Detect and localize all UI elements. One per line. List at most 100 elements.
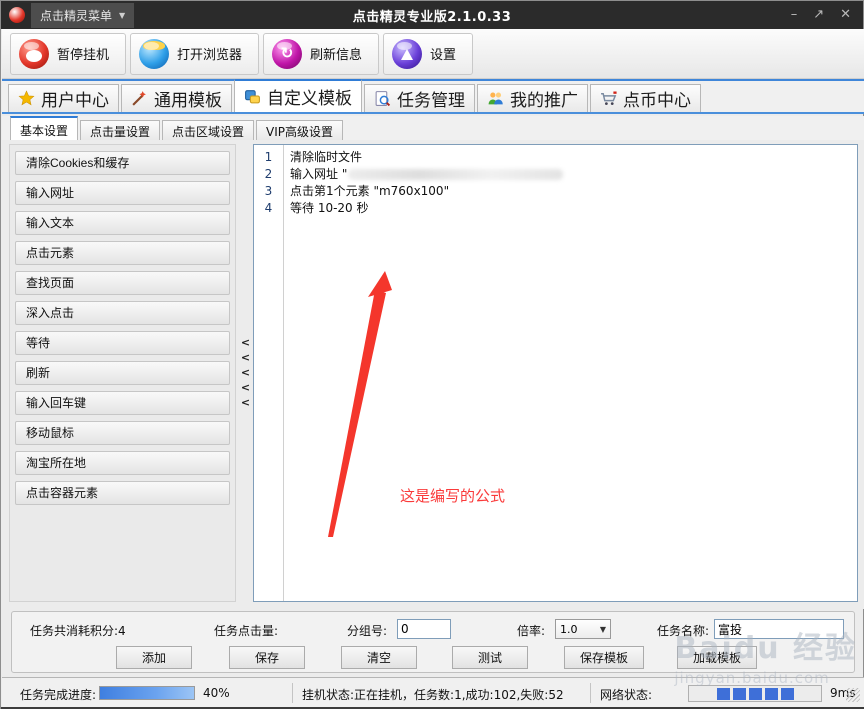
signal-block-icon: [781, 688, 794, 700]
chevron-left-icon: <: [241, 351, 250, 364]
app-menu-button[interactable]: 点击精灵菜单 ▼: [31, 3, 134, 28]
signal-block-icon: [733, 688, 746, 700]
tab-general-template-label: 通用模板: [154, 86, 222, 111]
pause-orb-icon: [19, 39, 49, 69]
script-line-text: 清除临时文件: [290, 150, 362, 164]
sub-tab-bar: 基本设置 点击量设置 点击区域设置 VIP高级设置: [2, 116, 864, 140]
settings-label: 设置: [430, 44, 456, 63]
rate-label: 倍率:: [517, 622, 545, 639]
tab-general-template[interactable]: 通用模板: [121, 84, 232, 112]
action-deep-click[interactable]: 深入点击: [15, 301, 230, 325]
refresh-info-button[interactable]: 刷新信息: [263, 33, 379, 75]
action-taobao-location[interactable]: 淘宝所在地: [15, 451, 230, 475]
tab-my-promotion[interactable]: 我的推广: [477, 84, 588, 112]
minimize-button[interactable]: –: [791, 1, 798, 29]
group-number-input[interactable]: [397, 619, 451, 639]
subtab-vip-advanced[interactable]: VIP高级设置: [256, 120, 343, 140]
tab-coin-center[interactable]: 点币中心: [590, 84, 701, 112]
line-number: 1: [254, 149, 283, 166]
status-bar: 任务完成进度: 40% 挂机状态:正在挂机，任务数:1,成功:102,失败:52…: [2, 677, 864, 707]
settings-orb-icon: [392, 39, 422, 69]
open-browser-label: 打开浏览器: [177, 44, 242, 63]
people-icon: [487, 90, 504, 107]
action-enter-text[interactable]: 输入文本: [15, 211, 230, 235]
action-click-container[interactable]: 点击容器元素: [15, 481, 230, 505]
star-icon: [18, 90, 35, 107]
progress-bar-fill: [100, 687, 194, 699]
action-clear-cookies[interactable]: 清除Cookies和缓存: [15, 151, 230, 175]
signal-block-icon: [717, 688, 730, 700]
browser-orb-icon: [139, 39, 169, 69]
action-click-element[interactable]: 点击元素: [15, 241, 230, 265]
action-wait[interactable]: 等待: [15, 331, 230, 355]
pause-hang-button[interactable]: 暂停挂机: [10, 33, 126, 75]
panel-splitter[interactable]: < < < < <: [239, 336, 252, 409]
signal-block-icon: [749, 688, 762, 700]
action-press-enter[interactable]: 输入回车键: [15, 391, 230, 415]
open-browser-button[interactable]: 打开浏览器: [130, 33, 259, 75]
tab-user-center[interactable]: 用户中心: [8, 84, 119, 112]
subtab-click-region[interactable]: 点击区域设置: [162, 120, 254, 140]
subtab-click-region-label: 点击区域设置: [172, 125, 244, 139]
line-number: 4: [254, 200, 283, 217]
app-menu-label: 点击精灵菜单: [40, 7, 112, 24]
tab-coin-center-label: 点币中心: [623, 86, 691, 111]
settings-button[interactable]: 设置: [383, 33, 473, 75]
tab-custom-template[interactable]: 自定义模板: [234, 79, 362, 112]
tab-custom-template-label: 自定义模板: [267, 84, 352, 109]
add-button[interactable]: 添加: [116, 646, 192, 669]
script-line-text: 点击第1个元素 "m760x100": [290, 184, 449, 198]
window-title: 点击精灵专业版2.1.0.33: [353, 6, 512, 25]
refresh-info-label: 刷新信息: [310, 44, 362, 63]
tab-my-promotion-label: 我的推广: [510, 86, 578, 111]
subtab-click-volume[interactable]: 点击量设置: [80, 120, 160, 140]
action-list-panel: 清除Cookies和缓存 输入网址 输入文本 点击元素 查找页面 深入点击 等待…: [9, 144, 236, 602]
script-editor[interactable]: 1 2 3 4 清除临时文件 输入网址 " 点击第1个元素 "m760x100"…: [253, 144, 858, 602]
tab-task-manager[interactable]: 任务管理: [364, 84, 475, 112]
rate-value: 1.0: [560, 623, 578, 636]
line-number: 3: [254, 183, 283, 200]
rate-select[interactable]: 1.0 ▼: [555, 619, 611, 639]
chevron-down-icon: ▼: [600, 625, 606, 634]
resize-grip[interactable]: [846, 688, 860, 702]
task-settings-panel: 任务共消耗积分:4 任务点击量: 分组号: 倍率: 1.0 ▼ 任务名称: 添加…: [11, 611, 855, 673]
tab-user-center-label: 用户中心: [41, 86, 109, 111]
close-button[interactable]: ✕: [840, 1, 851, 29]
statusbar-separator: [590, 683, 591, 703]
chevron-left-icon: <: [241, 396, 250, 409]
script-text-area[interactable]: 清除临时文件 输入网址 " 点击第1个元素 "m760x100" 等待 10-2…: [284, 145, 857, 601]
maximize-button[interactable]: ↗: [813, 1, 824, 29]
task-name-input[interactable]: [714, 619, 844, 639]
app-window: 点击精灵菜单 ▼ 点击精灵专业版2.1.0.33 – ↗ ✕ 暂停挂机 打开浏览…: [0, 0, 864, 709]
cart-icon: [600, 90, 617, 107]
load-template-button[interactable]: 加载模板: [677, 646, 757, 669]
subtab-basic-settings-label: 基本设置: [20, 124, 68, 138]
test-button[interactable]: 测试: [452, 646, 528, 669]
save-template-button[interactable]: 保存模板: [564, 646, 644, 669]
task-name-label: 任务名称:: [657, 622, 709, 639]
chevron-left-icon: <: [241, 336, 250, 349]
line-number-gutter: 1 2 3 4: [254, 145, 284, 601]
save-button[interactable]: 保存: [229, 646, 305, 669]
subtab-click-volume-label: 点击量设置: [90, 125, 150, 139]
action-move-mouse[interactable]: 移动鼠标: [15, 421, 230, 445]
app-logo-icon: [9, 7, 25, 23]
action-enter-url[interactable]: 输入网址: [15, 181, 230, 205]
statusbar-separator: [292, 683, 293, 703]
action-refresh[interactable]: 刷新: [15, 361, 230, 385]
subtab-basic-settings[interactable]: 基本设置: [10, 116, 78, 140]
chevron-left-icon: <: [241, 366, 250, 379]
clear-button[interactable]: 清空: [341, 646, 417, 669]
score-label: 任务共消耗积分:4: [30, 622, 126, 639]
script-line: 等待 10-20 秒: [290, 200, 857, 217]
subtab-vip-advanced-label: VIP高级设置: [266, 125, 333, 139]
refresh-orb-icon: [272, 39, 302, 69]
action-find-page[interactable]: 查找页面: [15, 271, 230, 295]
hang-status-text: 挂机状态:正在挂机，任务数:1,成功:102,失败:52: [302, 686, 564, 703]
progress-bar: [99, 686, 195, 700]
signal-block-icon: [765, 688, 778, 700]
annotation-text: 这是编写的公式: [400, 485, 505, 506]
main-tab-bar: 用户中心 通用模板 自定义模板 任务管理 我的推广 点币中心: [2, 81, 864, 114]
progress-percent: 40%: [203, 686, 230, 700]
network-signal-meter: [688, 685, 822, 702]
